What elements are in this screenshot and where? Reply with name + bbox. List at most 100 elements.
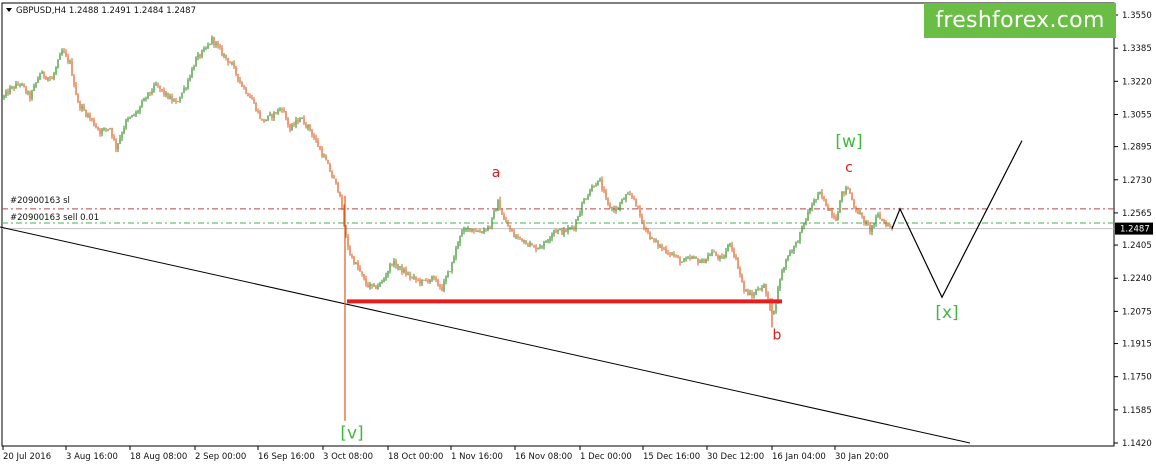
candle-body [889, 225, 891, 227]
candle [95, 122, 97, 129]
candle-body [743, 281, 745, 291]
candle-body [503, 214, 505, 220]
candle [105, 127, 107, 133]
candle-body [149, 92, 151, 94]
candle-body [589, 191, 591, 196]
candle-body [197, 54, 199, 58]
candle-body [615, 208, 617, 211]
candle [415, 276, 417, 283]
candle [579, 210, 581, 218]
candle-body [691, 256, 693, 259]
candle-body [865, 221, 867, 224]
candle [17, 81, 19, 86]
candle [375, 284, 377, 290]
candle [589, 188, 591, 197]
candle-body [785, 259, 787, 268]
candle-body [495, 210, 497, 212]
candle [823, 195, 825, 202]
candle-body [385, 275, 387, 279]
candle-body [669, 253, 671, 255]
candle [149, 91, 151, 97]
candle [813, 198, 815, 206]
candle [617, 206, 619, 210]
candle-body [253, 99, 255, 103]
candle [739, 266, 741, 278]
candle [65, 49, 67, 58]
candle-body [99, 129, 101, 134]
candle [729, 242, 731, 248]
candle [691, 255, 693, 260]
candle-body [613, 207, 615, 211]
candle-body [199, 54, 201, 57]
candle-body [11, 86, 13, 88]
candle-body [111, 128, 113, 137]
candle [805, 218, 807, 226]
candle [673, 251, 675, 258]
candle [727, 243, 729, 252]
candle [199, 53, 201, 59]
candle [293, 121, 295, 127]
candle-body [483, 229, 485, 233]
candle [703, 258, 705, 264]
candle-body [179, 97, 181, 102]
candle [499, 196, 501, 211]
candle [831, 207, 833, 219]
candle [877, 212, 879, 218]
candle [323, 153, 325, 158]
candle-body [485, 229, 487, 231]
candle-body [501, 210, 503, 215]
candle-body [369, 284, 371, 287]
candle-body [667, 252, 669, 254]
candle [407, 271, 409, 276]
candle-body [505, 219, 507, 223]
candle [371, 283, 373, 289]
candle-body [531, 243, 533, 246]
candle-body [163, 89, 165, 95]
candle [611, 206, 613, 212]
candle [493, 209, 495, 220]
candle-body [493, 211, 495, 218]
candle [361, 271, 363, 277]
candle [217, 40, 219, 49]
candle-body [391, 264, 393, 266]
candle [399, 266, 401, 271]
candle [173, 98, 175, 102]
candle [503, 212, 505, 221]
candle-body [569, 227, 571, 229]
candle [529, 240, 531, 248]
candle [143, 97, 145, 102]
candle [793, 245, 795, 255]
candle-body [351, 255, 353, 257]
candle-body [451, 262, 453, 272]
candle [339, 191, 341, 198]
candle-body [603, 189, 605, 192]
candle [513, 228, 515, 238]
candle [819, 191, 821, 195]
candle-body [883, 219, 885, 223]
candle-body [269, 114, 271, 116]
candle-body [867, 221, 869, 226]
candle [197, 51, 199, 61]
candle [117, 143, 119, 153]
candle [285, 111, 287, 121]
candle-body [39, 73, 41, 79]
candle [601, 176, 603, 192]
candle-body [645, 228, 647, 230]
candle-body [749, 292, 751, 296]
candle-body [29, 91, 31, 99]
candle [329, 162, 331, 173]
candle-body [23, 84, 25, 88]
candle [679, 256, 681, 266]
candle-body [639, 207, 641, 216]
candle [485, 228, 487, 233]
candle [603, 186, 605, 194]
candle-body [845, 187, 847, 194]
candle [845, 185, 847, 196]
candle-body [795, 242, 797, 246]
candle-body [335, 178, 337, 183]
candle-body [819, 191, 821, 194]
candle-body [119, 137, 121, 144]
candle-body [65, 52, 67, 56]
candle-body [537, 247, 539, 250]
candle-body [735, 256, 737, 259]
